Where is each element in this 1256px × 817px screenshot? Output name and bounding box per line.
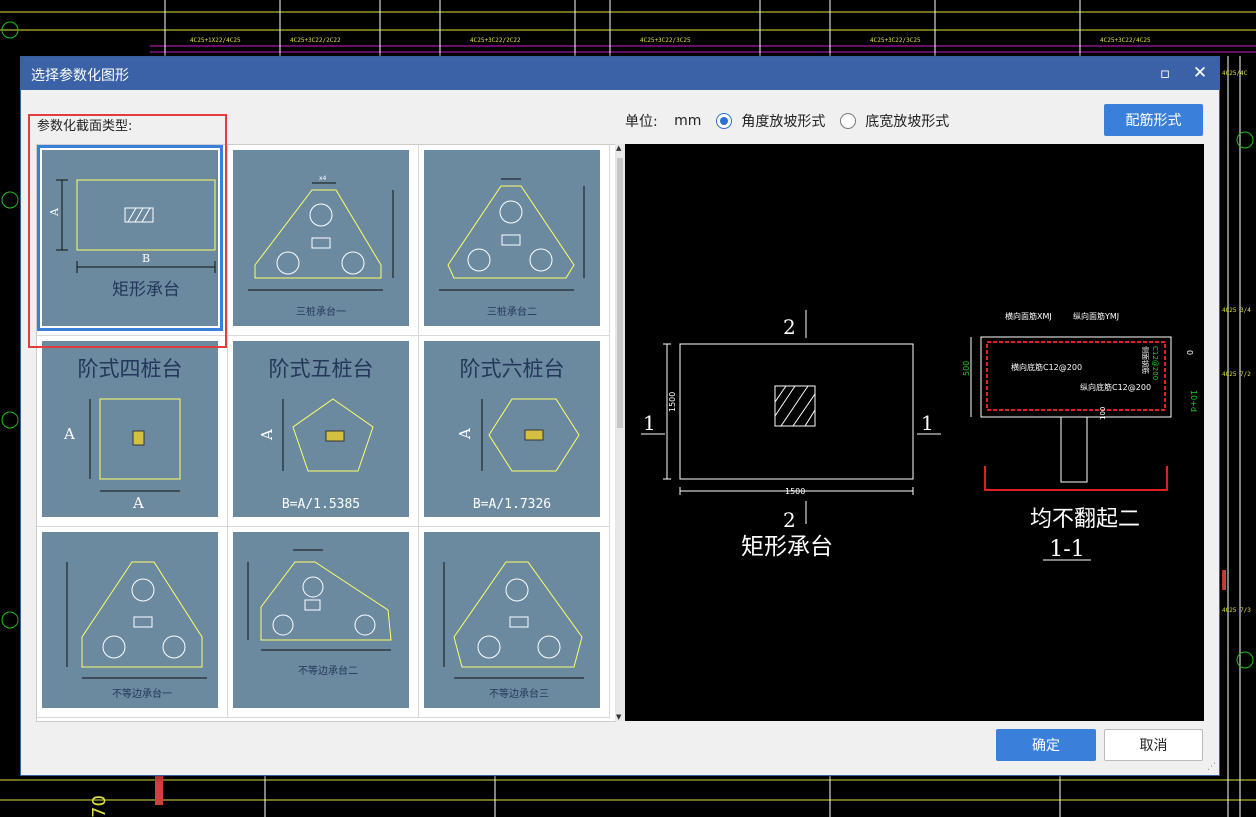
- radio-bottom-width-slope-label[interactable]: 底宽放坡形式: [865, 111, 949, 131]
- radio-angle-slope[interactable]: [715, 113, 732, 129]
- resize-grip-icon[interactable]: ⋰: [1207, 762, 1216, 772]
- svg-text:70: 70: [89, 795, 110, 817]
- shape-cell-unequal-3[interactable]: 不等边承台三: [419, 527, 610, 718]
- svg-text:2: 2: [783, 508, 796, 532]
- svg-text:1-1: 1-1: [1049, 537, 1084, 562]
- svg-text:矩形承台: 矩形承台: [741, 534, 833, 560]
- svg-text:500: 500: [962, 361, 971, 376]
- preview-drawing: 1500 1500 2 2 1 1 矩形承台 500 横向面筋XMJ 纵向面筋Y…: [641, 310, 1198, 562]
- gallery-scrollbar[interactable]: ▲ ▼: [615, 144, 625, 721]
- shape-thumb-three-pile-1[interactable]: x4 三桩承台一: [233, 150, 409, 326]
- shape-thumb-three-pile-2[interactable]: 三桩承台二: [424, 150, 600, 326]
- shape-cell-three-pile-2[interactable]: 三桩承台二: [419, 145, 610, 336]
- svg-text:B: B: [142, 252, 150, 265]
- step-six-pile-drawing: 阶式六桩台 A B=A/1.7326: [456, 357, 580, 512]
- scrollbar-thumb[interactable]: [617, 158, 623, 428]
- radio-angle-slope-label[interactable]: 角度放坡形式: [741, 111, 825, 131]
- unit-value: mm: [674, 113, 702, 129]
- svg-text:4C25+3C22/3C25: 4C25+3C22/3C25: [640, 37, 691, 44]
- svg-text:横向底筋C12@200: 横向底筋C12@200: [1011, 362, 1082, 372]
- svg-text:4C25+3C22/2C22: 4C25+3C22/2C22: [290, 37, 341, 44]
- svg-text:矩形承台: 矩形承台: [112, 280, 180, 300]
- svg-text:1500: 1500: [785, 487, 805, 496]
- three-pile-2-drawing: 三桩承台二: [439, 178, 585, 318]
- svg-text:0: 0: [1185, 350, 1194, 355]
- svg-text:4C25 7/2: 4C25 7/2: [1222, 371, 1251, 378]
- shape-cell-three-pile-1[interactable]: x4 三桩承台一: [228, 145, 419, 336]
- shape-thumb-step-six-pile[interactable]: 阶式六桩台 A B=A/1.7326: [424, 341, 600, 517]
- scroll-up-icon[interactable]: ▲: [616, 144, 621, 152]
- shape-gallery: A B 矩形承台 x4 三桩承台一 三桩承台二 阶式四桩台 A A 阶式五桩台 …: [36, 144, 616, 722]
- section-type-label: 参数化截面类型:: [37, 119, 133, 134]
- svg-text:A: A: [456, 428, 474, 440]
- svg-text:100: 100: [1099, 407, 1107, 420]
- shape-cell-unequal-1[interactable]: 不等边承台一: [37, 527, 228, 718]
- maximize-icon[interactable]: ▫: [1152, 61, 1178, 85]
- svg-text:x4: x4: [319, 175, 327, 182]
- shape-thumb-unequal-3[interactable]: 不等边承台三: [424, 532, 600, 708]
- rect-cap-drawing: A B 矩形承台: [48, 179, 216, 300]
- svg-text:C12@200: C12@200: [1151, 346, 1159, 380]
- close-icon[interactable]: ✕: [1187, 61, 1213, 85]
- shape-thumb-step-four-pile[interactable]: 阶式四桩台 A A: [42, 341, 218, 517]
- shape-thumb-unequal-1[interactable]: 不等边承台一: [42, 532, 218, 708]
- svg-text:阶式五桩台: 阶式五桩台: [269, 357, 374, 381]
- svg-text:A: A: [63, 425, 75, 443]
- svg-text:2: 2: [783, 315, 796, 339]
- svg-text:4C25 3/4: 4C25 3/4: [1222, 307, 1251, 314]
- svg-text:A: A: [258, 429, 276, 441]
- shape-thumb-rect-cap[interactable]: A B 矩形承台: [37, 145, 223, 331]
- svg-text:不等边承台二: 不等边承台二: [298, 664, 358, 677]
- radio-bottom-width-slope[interactable]: [839, 113, 856, 129]
- svg-text:1: 1: [643, 411, 656, 435]
- step-four-pile-drawing: 阶式四桩台 A A: [63, 357, 183, 512]
- three-pile-1-drawing: x4 三桩承台一: [248, 175, 394, 318]
- svg-text:1: 1: [921, 411, 934, 435]
- title-bar: 选择参数化图形 ▫ ✕: [21, 57, 1219, 90]
- svg-text:纵向面筋YMJ: 纵向面筋YMJ: [1073, 311, 1119, 321]
- svg-text:4C25+3C22/3C25: 4C25+3C22/3C25: [870, 37, 921, 44]
- svg-text:1500: 1500: [668, 392, 677, 412]
- svg-text:三桩承台二: 三桩承台二: [487, 305, 537, 318]
- shape-thumb-unequal-2[interactable]: 不等边承台二: [233, 532, 409, 708]
- unit-label: 单位:: [625, 114, 658, 130]
- step-five-pile-drawing: 阶式五桩台 A B=A/1.5385: [258, 357, 374, 512]
- shape-cell-step-four-pile[interactable]: 阶式四桩台 A A: [37, 336, 228, 527]
- svg-text:4C25+3C22/4C25: 4C25+3C22/4C25: [1100, 37, 1151, 44]
- svg-text:10+d: 10+d: [1189, 390, 1198, 412]
- svg-text:侧面钢筋: 侧面钢筋: [1141, 346, 1150, 374]
- svg-text:4C25/4C: 4C25/4C: [1222, 70, 1248, 77]
- svg-text:不等边承台三: 不等边承台三: [489, 687, 549, 700]
- shape-cell-step-five-pile[interactable]: 阶式五桩台 A B=A/1.5385: [228, 336, 419, 527]
- svg-text:不等边承台一: 不等边承台一: [112, 687, 172, 700]
- shape-cell-unequal-2[interactable]: 不等边承台二: [228, 527, 419, 718]
- unequal-1-drawing: 不等边承台一: [66, 561, 207, 700]
- shape-cell-rect-cap[interactable]: A B 矩形承台: [37, 145, 228, 336]
- cancel-button[interactable]: 取消: [1104, 729, 1203, 761]
- shape-cell-step-six-pile[interactable]: 阶式六桩台 A B=A/1.7326: [419, 336, 610, 527]
- rebar-form-button[interactable]: 配筋形式: [1104, 104, 1203, 136]
- unequal-2-drawing: 不等边承台二: [247, 549, 392, 677]
- svg-text:A: A: [132, 494, 144, 512]
- svg-text:A: A: [48, 207, 61, 217]
- svg-text:B=A/1.5385: B=A/1.5385: [282, 497, 360, 512]
- shape-thumb-step-five-pile[interactable]: 阶式五桩台 A B=A/1.5385: [233, 341, 409, 517]
- svg-text:阶式六桩台: 阶式六桩台: [460, 357, 565, 381]
- shape-preview: 1500 1500 2 2 1 1 矩形承台 500 横向面筋XMJ 纵向面筋Y…: [625, 144, 1204, 721]
- svg-text:4C25+1X22/4C25: 4C25+1X22/4C25: [190, 37, 241, 44]
- ok-button[interactable]: 确定: [996, 729, 1096, 761]
- svg-text:阶式四桩台: 阶式四桩台: [78, 357, 183, 381]
- svg-text:横向面筋XMJ: 横向面筋XMJ: [1005, 311, 1052, 321]
- svg-text:三桩承台一: 三桩承台一: [296, 305, 346, 318]
- scroll-down-icon[interactable]: ▼: [616, 713, 621, 721]
- svg-text:纵向底筋C12@200: 纵向底筋C12@200: [1080, 382, 1151, 392]
- select-parametric-shape-dialog: 选择参数化图形 ▫ ✕ 参数化截面类型: 单位: mm 角度放坡形式 底宽放坡形…: [20, 56, 1220, 776]
- svg-text:4C25+3C22/2C22: 4C25+3C22/2C22: [470, 37, 521, 44]
- unit-row: 单位: mm 角度放坡形式 底宽放坡形式: [625, 111, 949, 131]
- svg-text:B=A/1.7326: B=A/1.7326: [473, 497, 551, 512]
- svg-text:均不翻起二: 均不翻起二: [1030, 507, 1140, 532]
- svg-text:4C25 7/3: 4C25 7/3: [1222, 607, 1251, 614]
- dialog-title: 选择参数化图形: [31, 68, 129, 84]
- unequal-3-drawing: 不等边承台三: [443, 561, 584, 700]
